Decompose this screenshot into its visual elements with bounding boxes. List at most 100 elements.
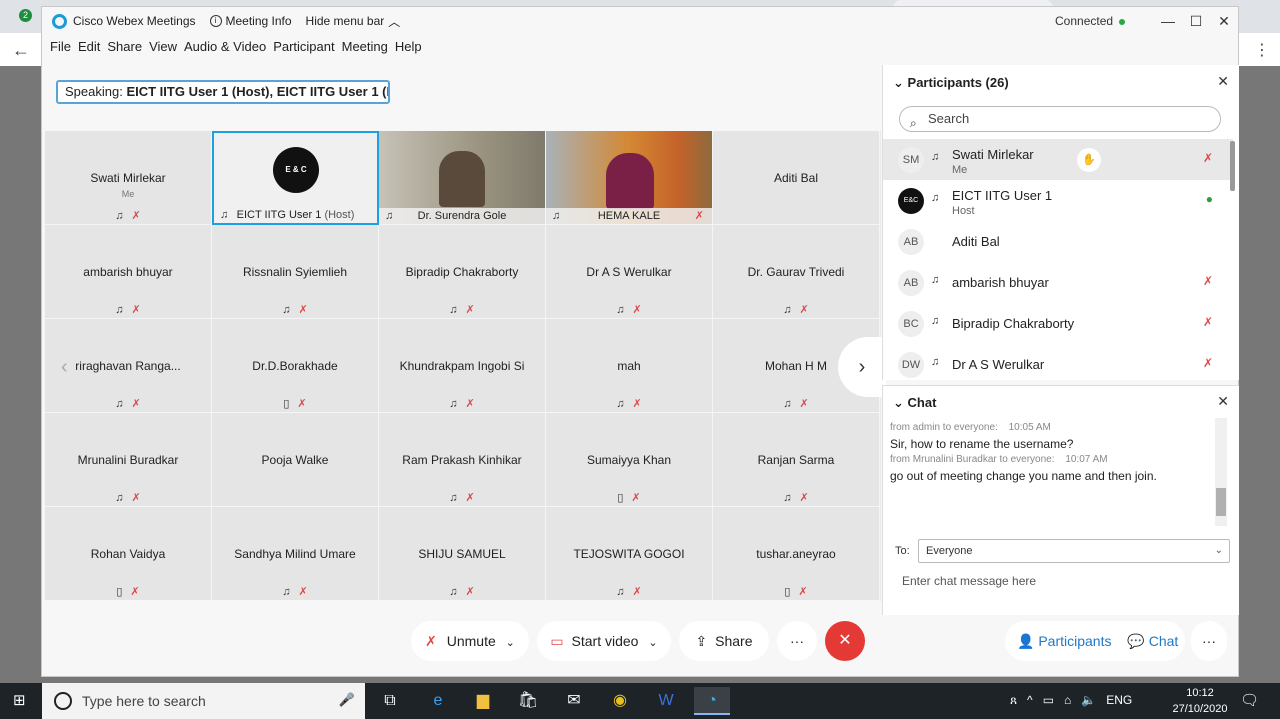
chat-scroll-thumb[interactable] [1216, 488, 1226, 516]
video-tile[interactable]: Pooja Walke [212, 413, 379, 507]
participant-row[interactable]: E&C ♫ EICT IITG User 1 Host ● [883, 180, 1233, 221]
video-tile[interactable]: riraghavan Ranga... ♫ ✗ [45, 319, 212, 413]
panel-more-button[interactable]: ··· [1191, 621, 1227, 661]
chat-panel-button[interactable]: 💬 Chat [1127, 633, 1178, 649]
video-tile[interactable]: ♫ Dr. Surendra Gole [379, 131, 546, 225]
tray-chevron-up-icon[interactable]: ^ [1027, 693, 1033, 708]
video-tile[interactable]: ♫ HEMA KALE ✗ [546, 131, 713, 225]
menu-share[interactable]: Share [107, 39, 142, 61]
maximize-button[interactable]: ☐ [1182, 7, 1210, 35]
mic-muted-icon[interactable]: ✗ [1203, 315, 1213, 329]
participants-scrollbar[interactable] [1230, 141, 1235, 191]
mic-active-icon[interactable]: ● [1206, 192, 1213, 206]
grid-prev-icon[interactable]: ‹ [61, 356, 68, 379]
menu-file[interactable]: File [50, 39, 71, 61]
word-icon[interactable]: W [648, 687, 684, 715]
video-tile[interactable]: TEJOSWITA GOGOI ♫ ✗ [546, 507, 713, 601]
headset-icon: ♫ [115, 304, 124, 316]
chat-message-input[interactable]: Enter chat message here [895, 574, 1225, 596]
menu-edit[interactable]: Edit [78, 39, 100, 61]
video-tile[interactable]: Sumaiyya Khan ▯ ✗ [546, 413, 713, 507]
participants-panel-button[interactable]: 👤 Participants [1017, 633, 1115, 649]
close-chat-icon[interactable]: ✕ [1217, 393, 1229, 410]
video-tile[interactable]: Ram Prakash Kinhikar ♫ ✗ [379, 413, 546, 507]
menu-meeting[interactable]: Meeting [342, 39, 388, 61]
language-indicator[interactable]: ENG [1106, 693, 1132, 708]
mic-muted-icon[interactable]: ✗ [1203, 274, 1213, 288]
video-tile[interactable]: tushar.aneyrao ▯ ✗ [713, 507, 880, 601]
video-tile[interactable]: Dr. Gaurav Trivedi ♫ ✗ [713, 225, 880, 319]
more-options-button[interactable]: ··· [777, 621, 817, 661]
participant-row[interactable]: AB Aditi Bal [883, 221, 1233, 262]
chat-message-meta: from admin to everyone: 10:05 AM [890, 422, 1051, 433]
volume-icon[interactable]: 🔈 [1081, 693, 1096, 708]
meeting-info-label: Meeting Info [225, 14, 292, 28]
mic-muted-icon: ✗ [131, 304, 141, 316]
start-video-button[interactable]: ▭ Start video ⌄ [537, 621, 671, 661]
video-tile[interactable]: Sandhya Milind Umare ♫ ✗ [212, 507, 379, 601]
edge-icon[interactable]: e [420, 687, 456, 715]
menu-help[interactable]: Help [395, 39, 422, 61]
notification-icon[interactable]: 🗨 [1240, 691, 1259, 709]
end-meeting-button[interactable]: ✕ [825, 621, 865, 661]
webex-taskbar-icon[interactable]: ◔ [694, 687, 730, 715]
mic-muted-icon[interactable]: ✗ [1203, 356, 1213, 370]
video-tile[interactable]: Swati Mirlekar Me ♫ ✗ [45, 131, 212, 225]
video-tile[interactable]: Mrunalini Buradkar ♫ ✗ [45, 413, 212, 507]
mic-muted-icon: ✗ [130, 586, 140, 598]
people-icon[interactable]: ጸ [1010, 693, 1017, 708]
taskbar-search-box[interactable]: Type here to search 🎤 [42, 683, 365, 719]
video-tile[interactable]: Bipradip Chakraborty ♫ ✗ [379, 225, 546, 319]
meeting-info-button[interactable]: i Meeting Info [209, 14, 292, 28]
close-participants-icon[interactable]: ✕ [1217, 73, 1229, 90]
system-tray: ጸ ^ ▭ ⌂ 🔈 ENG [1010, 693, 1132, 708]
raise-hand-icon[interactable]: ✋ [1077, 148, 1101, 172]
video-tile[interactable]: Khundrakpam Ingobi Si ♫ ✗ [379, 319, 546, 413]
back-arrow-icon[interactable]: ← [12, 40, 30, 61]
chat-title: Chat [907, 395, 937, 410]
network-icon[interactable]: ⌂ [1064, 693, 1071, 708]
chrome-icon[interactable]: ◉ [602, 687, 638, 715]
video-tile[interactable]: Aditi Bal [713, 131, 880, 225]
store-icon[interactable]: 🛍 [510, 687, 546, 715]
video-tile[interactable]: Dr.D.Borakhade ▯ ✗ [212, 319, 379, 413]
chat-header[interactable]: ⌄ Chat [893, 395, 936, 411]
participants-search-input[interactable]: ⌕ Search [899, 106, 1221, 132]
minimize-button[interactable]: — [1154, 7, 1182, 35]
participant-row[interactable]: DW ♫ Dr A S Werulkar ✗ [883, 344, 1233, 380]
participants-title: Participants (26) [907, 75, 1009, 90]
menu-view[interactable]: View [149, 39, 177, 61]
unmute-button[interactable]: ✗ Unmute ⌄ [411, 621, 529, 661]
windows-start-icon[interactable]: ⊞ [13, 693, 29, 709]
video-tile[interactable]: Rohan Vaidya ▯ ✗ [45, 507, 212, 601]
tile-sub: Me [121, 189, 135, 199]
microphone-icon[interactable]: 🎤 [339, 692, 355, 708]
video-tile[interactable]: SHIJU SAMUEL ♫ ✗ [379, 507, 546, 601]
close-window-button[interactable]: ✕ [1210, 7, 1238, 35]
video-tile[interactable]: ambarish bhuyar ♫ ✗ [45, 225, 212, 319]
hide-menu-bar-button[interactable]: Hide menu bar ︿ [306, 13, 401, 30]
participant-row[interactable]: AB ♫ ambarish bhuyar ✗ [883, 262, 1233, 303]
share-button[interactable]: ⇪ Share [679, 621, 769, 661]
headset-icon: ♫ [931, 274, 940, 286]
video-tile[interactable]: mah ♫ ✗ [546, 319, 713, 413]
video-tile[interactable]: Rissnalin Syiemlieh ♫ ✗ [212, 225, 379, 319]
mail-icon[interactable]: ✉ [556, 687, 592, 715]
taskbar-clock[interactable]: 10:12 27/10/2020 [1170, 685, 1230, 717]
video-tile[interactable]: Dr A S Werulkar ♫ ✗ [546, 225, 713, 319]
mic-muted-icon[interactable]: ✗ [1203, 151, 1213, 165]
tile-name: mah [617, 359, 641, 373]
menu-participant[interactable]: Participant [273, 39, 334, 61]
participant-row[interactable]: BC ♫ Bipradip Chakraborty ✗ [883, 303, 1233, 344]
browser-menu-icon[interactable]: ⋮ [1254, 40, 1270, 60]
battery-icon[interactable]: ▭ [1043, 693, 1054, 708]
file-explorer-icon[interactable]: ▆ [465, 687, 501, 715]
video-tile[interactable]: Ranjan Sarma ♫ ✗ [713, 413, 880, 507]
video-tile-active[interactable]: E & C ♫ EICT IITG User 1 (Host) [212, 131, 379, 225]
participants-header[interactable]: ⌄ Participants (26) [893, 75, 1009, 91]
menu-audio-video[interactable]: Audio & Video [184, 39, 266, 61]
participant-row[interactable]: SM ♫ Swati Mirlekar Me ✋ ✗ [883, 139, 1233, 180]
task-view-icon[interactable]: ⧉ [372, 687, 408, 715]
chat-scrollbar[interactable] [1215, 418, 1227, 526]
chat-recipient-select[interactable]: Everyone ⌄ [918, 539, 1230, 563]
